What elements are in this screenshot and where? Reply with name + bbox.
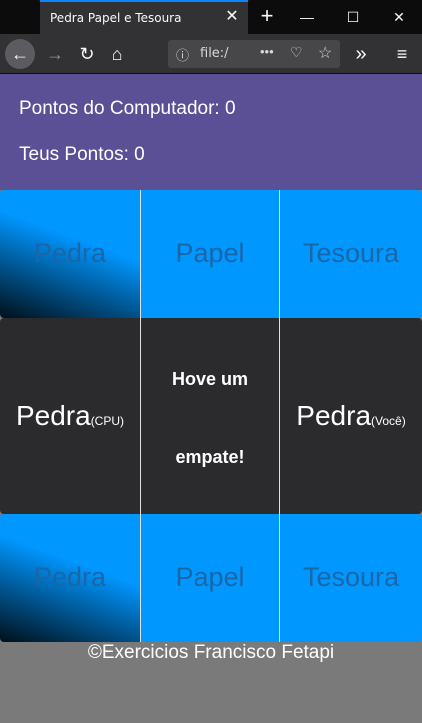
minimize-button[interactable]: —	[284, 0, 330, 34]
menu-icon[interactable]: ≡	[387, 39, 417, 69]
forward-button[interactable]: →	[40, 39, 70, 69]
cpu-choice-row: Pedra Papel Tesoura	[0, 190, 422, 318]
browser-tab[interactable]: Pedra Papel e Tesoura ✕	[40, 0, 248, 34]
tab-title: Pedra Papel e Tesoura	[50, 11, 182, 25]
window-close-button[interactable]: ✕	[376, 0, 422, 34]
pocket-icon[interactable]: ♡	[290, 44, 303, 61]
player-choice-tesoura[interactable]: Tesoura	[279, 514, 422, 642]
cpu-played: Pedra(CPU)	[0, 318, 140, 514]
player-tag: (Você)	[371, 414, 406, 428]
player-choice-row: Pedra Papel Tesoura	[0, 514, 422, 642]
bookmark-star-icon[interactable]: ☆	[318, 43, 332, 63]
cpu-choice-pedra[interactable]: Pedra	[0, 190, 140, 318]
tab-close-icon[interactable]: ✕	[222, 7, 242, 27]
footer: ©Exercicios Francisco Fetapi	[87, 642, 335, 663]
overflow-icon[interactable]: »	[346, 39, 376, 69]
player-score: Teus Pontos: 0	[19, 144, 145, 165]
cpu-choice-papel[interactable]: Papel	[140, 190, 279, 318]
cpu-choice-tesoura[interactable]: Tesoura	[279, 190, 422, 318]
cpu-played-choice: Pedra	[15, 400, 91, 431]
player-played-choice: Pedra	[296, 400, 372, 431]
computer-score: Pontos do Computador: 0	[19, 98, 236, 119]
player-choice-papel[interactable]: Papel	[140, 514, 279, 642]
info-icon[interactable]: ⓘ	[176, 45, 189, 64]
player-choice-pedra[interactable]: Pedra	[0, 514, 140, 642]
cpu-tag: (CPU)	[90, 414, 125, 428]
result-message: Hove um empate!	[140, 318, 279, 514]
new-tab-button[interactable]: +	[254, 3, 280, 29]
browser-tab-bar: Pedra Papel e Tesoura ✕ + — ☐ ✕	[0, 0, 422, 34]
maximize-button[interactable]: ☐	[330, 0, 376, 34]
browser-nav-bar: ← → ↻ ⌂ ⓘ file:/ ••• ♡ ☆ » ≡	[0, 34, 422, 74]
url-bar[interactable]: ⓘ file:/ ••• ♡ ☆	[168, 40, 340, 68]
page-actions-icon[interactable]: •••	[260, 44, 274, 59]
player-played: Pedra(Você)	[279, 318, 422, 514]
result-row: Pedra(CPU) Hove um empate! Pedra(Você)	[0, 318, 422, 514]
score-header: Pontos do Computador: 0 Teus Pontos: 0	[0, 74, 422, 190]
url-text: file:/	[200, 46, 229, 61]
reload-button[interactable]: ↻	[72, 39, 102, 69]
back-button[interactable]: ←	[5, 39, 35, 69]
home-button[interactable]: ⌂	[102, 39, 132, 69]
